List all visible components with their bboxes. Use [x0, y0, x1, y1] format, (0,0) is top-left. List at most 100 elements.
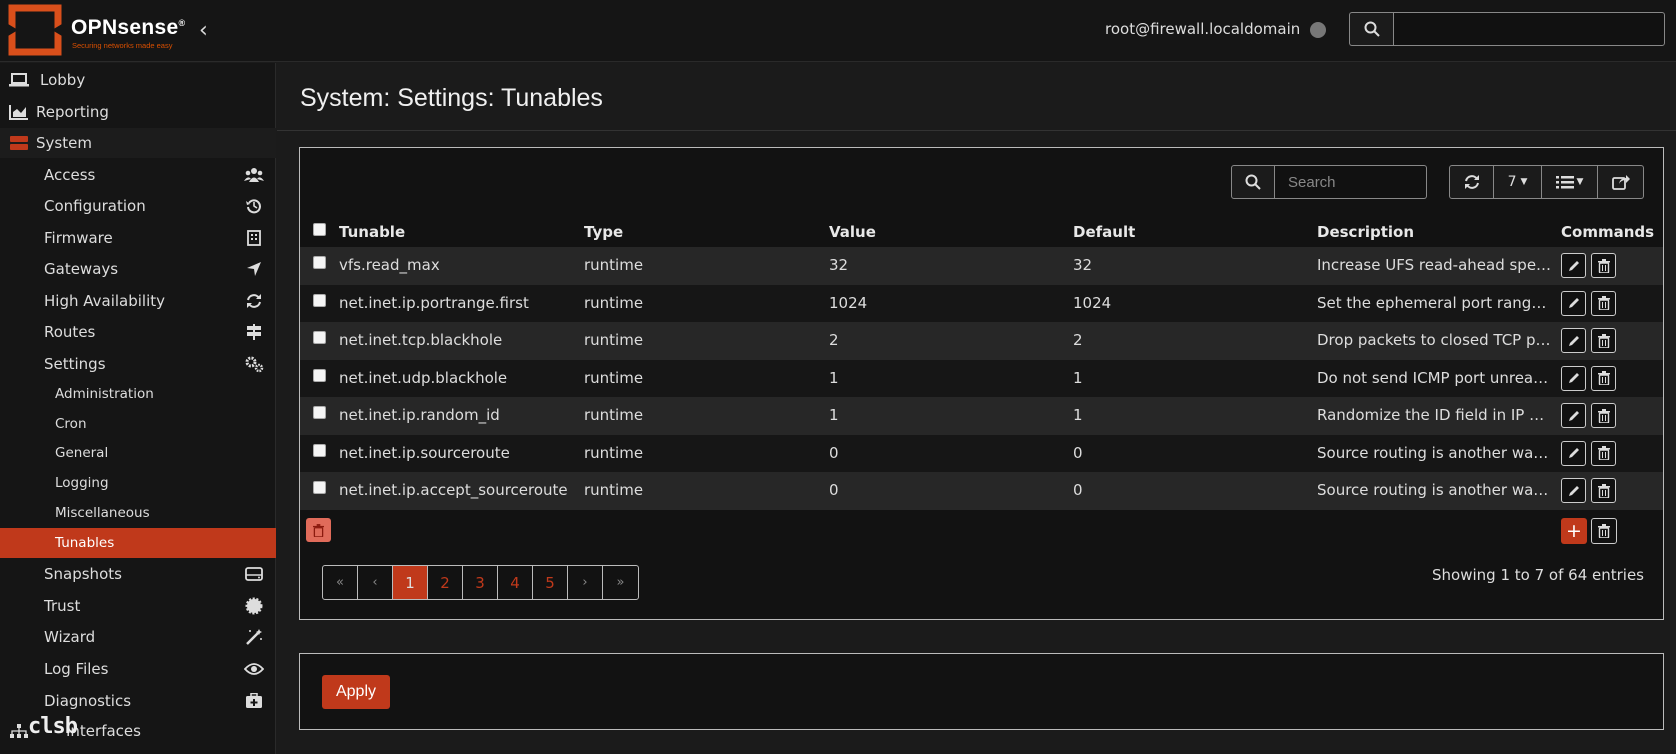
caret-down-icon: ▼: [1520, 177, 1528, 187]
page-prev[interactable]: ‹: [358, 566, 393, 599]
columns-dropdown[interactable]: ▼: [1542, 165, 1598, 199]
sidebar-item-access[interactable]: Access: [0, 160, 276, 190]
sidebar-item-settings[interactable]: Settings: [0, 349, 276, 379]
row-checkbox[interactable]: [313, 256, 326, 269]
table-row[interactable]: net.inet.tcp.blackhole runtime 2 2 Drop …: [300, 322, 1663, 360]
building-icon: [244, 229, 264, 247]
share-square-icon: [1611, 175, 1630, 190]
sidebar-item-configuration[interactable]: Configuration: [0, 191, 276, 221]
delete-button[interactable]: [1591, 253, 1616, 278]
sidebar-item-snapshots[interactable]: Snapshots: [0, 559, 276, 589]
trash-icon: [313, 523, 324, 537]
refresh-button[interactable]: [1449, 165, 1494, 199]
sidebar-item-wizard[interactable]: Wizard: [0, 622, 276, 652]
page-last[interactable]: »: [603, 566, 638, 599]
caret-down-icon: ▼: [1576, 177, 1584, 187]
sidebar-item-system[interactable]: System: [0, 128, 276, 158]
sidebar-item-cron[interactable]: Cron: [0, 409, 276, 439]
delete-selected-button[interactable]: [306, 518, 331, 542]
sidebar-item-administration[interactable]: Administration: [0, 379, 276, 409]
user-account-label[interactable]: root@firewall.localdomain: [1105, 20, 1300, 38]
sidebar-item-diagnostics[interactable]: Diagnostics: [0, 686, 276, 716]
row-checkbox[interactable]: [313, 406, 326, 419]
column-tunable[interactable]: Tunable: [339, 223, 405, 241]
divider: [277, 130, 1676, 131]
row-checkbox[interactable]: [313, 368, 326, 382]
list-icon: [1555, 176, 1574, 189]
sidebar-item-firmware[interactable]: Firmware: [0, 223, 276, 253]
edit-button[interactable]: [1561, 365, 1586, 391]
row-checkbox[interactable]: [313, 331, 326, 344]
apply-button[interactable]: Apply: [322, 675, 390, 709]
table-row[interactable]: vfs.read_max runtime 32 32 Increase UFS …: [300, 247, 1663, 285]
sidebar-item-trust[interactable]: Trust: [0, 591, 276, 621]
trash-icon: [1597, 296, 1610, 310]
delete-button[interactable]: [1591, 365, 1616, 391]
laptop-icon: [9, 73, 29, 87]
refresh-icon: [1464, 175, 1479, 189]
signs-icon: [244, 323, 264, 341]
edit-button[interactable]: [1561, 403, 1586, 428]
column-description[interactable]: Description: [1317, 223, 1414, 241]
page-1[interactable]: 1: [393, 566, 428, 599]
sidebar-item-gateways[interactable]: Gateways: [0, 254, 276, 284]
trash-icon: [1597, 483, 1610, 498]
row-checkbox[interactable]: [313, 443, 326, 457]
row-checkbox[interactable]: [313, 481, 326, 494]
table-row[interactable]: net.inet.ip.random_id runtime 1 1 Random…: [300, 397, 1663, 435]
sidebar-item-logging[interactable]: Logging: [0, 468, 276, 498]
delete-button[interactable]: [1591, 518, 1617, 544]
table-row[interactable]: net.inet.ip.accept_sourceroute runtime 0…: [300, 472, 1663, 510]
medkit-icon: [244, 692, 264, 710]
table-row[interactable]: net.inet.udp.blackhole runtime 1 1 Do no…: [300, 359, 1663, 397]
sidebar-item-tunables[interactable]: Tunables: [0, 528, 276, 558]
opnsense-logo-icon: [8, 4, 62, 56]
search-icon[interactable]: [1349, 12, 1393, 46]
add-button[interactable]: +: [1561, 518, 1587, 544]
page-4[interactable]: 4: [498, 566, 533, 599]
sidebar-item-general[interactable]: General: [0, 438, 276, 468]
sidebar-item-lobby[interactable]: Lobby: [0, 65, 276, 95]
delete-button[interactable]: [1591, 328, 1616, 353]
collapse-sidebar-chevron-left-icon[interactable]: ‹: [199, 18, 208, 43]
hdd-icon: [244, 565, 264, 583]
delete-button[interactable]: [1591, 440, 1616, 466]
page-next[interactable]: ›: [568, 566, 603, 599]
grid-search-input[interactable]: [1275, 165, 1427, 199]
edit-button[interactable]: [1561, 440, 1586, 466]
entries-info: Showing 1 to 7 of 64 entries: [1432, 566, 1644, 584]
page-size-dropdown[interactable]: 7 ▼: [1494, 165, 1542, 199]
brand-name[interactable]: OPNsense®: [71, 16, 185, 40]
delete-button[interactable]: [1591, 478, 1616, 503]
edit-button[interactable]: [1561, 328, 1586, 353]
sidebar-item-routes[interactable]: Routes: [0, 317, 276, 347]
sidebar-item-log-files[interactable]: Log Files: [0, 654, 276, 684]
global-search-input[interactable]: [1393, 12, 1665, 46]
table-row[interactable]: net.inet.ip.portrange.first runtime 1024…: [300, 284, 1663, 322]
status-indicator-icon[interactable]: [1310, 22, 1326, 38]
page-5[interactable]: 5: [533, 566, 568, 599]
sidebar-item-miscellaneous[interactable]: Miscellaneous: [0, 498, 276, 528]
sidebar-item-high-availability[interactable]: High Availability: [0, 286, 276, 316]
users-icon: [244, 166, 264, 184]
column-value[interactable]: Value: [829, 223, 876, 241]
page-2[interactable]: 2: [428, 566, 463, 599]
page-3[interactable]: 3: [463, 566, 498, 599]
delete-button[interactable]: [1591, 290, 1616, 316]
page-first[interactable]: «: [323, 566, 358, 599]
delete-button[interactable]: [1591, 403, 1616, 428]
grid-search-icon[interactable]: [1231, 165, 1275, 199]
column-type[interactable]: Type: [584, 223, 623, 241]
sidebar-item-reporting[interactable]: Reporting: [0, 97, 276, 127]
row-checkbox[interactable]: [313, 293, 326, 307]
edit-button[interactable]: [1561, 478, 1586, 503]
column-default[interactable]: Default: [1073, 223, 1135, 241]
edit-button[interactable]: [1561, 290, 1586, 316]
chart-area-icon: [9, 105, 28, 120]
export-button[interactable]: [1598, 165, 1644, 199]
pencil-icon: [1568, 485, 1579, 496]
magic-icon: [244, 628, 264, 646]
edit-button[interactable]: [1561, 253, 1586, 278]
select-all-checkbox[interactable]: [313, 223, 326, 236]
table-row[interactable]: net.inet.ip.sourceroute runtime 0 0 Sour…: [300, 434, 1663, 472]
